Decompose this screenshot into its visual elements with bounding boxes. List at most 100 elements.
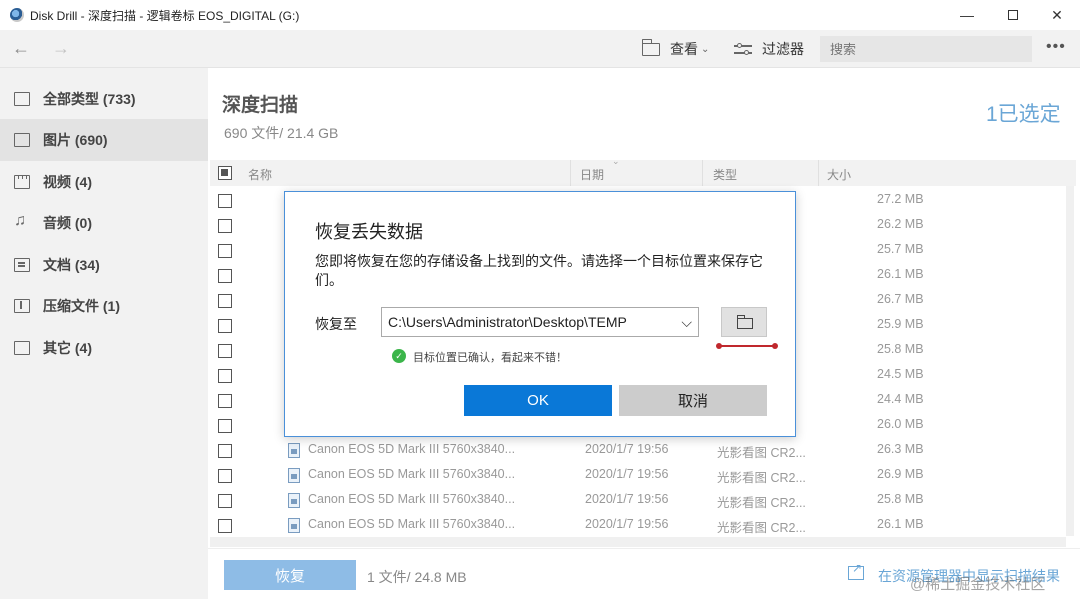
file-size: 26.3 MB [877,442,924,456]
sidebar-item-label: 压缩文件 (1) [43,298,120,314]
filter-label: 过滤器 [762,41,804,57]
column-type[interactable]: 类型 [713,166,737,183]
other-icon [14,341,30,355]
recover-summary: 1 文件/ 24.8 MB [367,569,467,585]
video-icon [14,175,30,189]
maximize-button[interactable] [990,0,1036,30]
row-checkbox[interactable] [218,369,232,383]
image-file-icon [288,518,300,533]
row-checkbox[interactable] [218,469,232,483]
sidebar-item-label: 文档 (34) [43,257,100,273]
all-types-icon [14,92,30,106]
window-title: Disk Drill - 深度扫描 - 逻辑卷标 EOS_DIGITAL (G:… [30,8,300,23]
sidebar-item-all-types[interactable]: 全部类型 (733) [0,78,208,120]
recover-to-label: 恢复至 [315,316,357,332]
back-arrow-icon[interactable]: ← [10,38,32,59]
cancel-button[interactable]: 取消 [619,385,767,416]
sidebar-item-documents[interactable]: 文档 (34) [0,244,208,286]
close-window-button[interactable]: ✕ [1034,0,1080,30]
selected-count: 1已选定 [986,103,1061,126]
file-date: 2020/1/7 19:56 [585,517,669,531]
file-name: Canon EOS 5D Mark III 5760x3840... [308,442,516,456]
sidebar-item-archives[interactable]: 压缩文件 (1) [0,285,208,327]
column-divider [818,160,819,186]
sidebar-item-other[interactable]: 其它 (4) [0,327,208,369]
search-input[interactable] [820,36,1032,62]
select-all-checkbox[interactable] [218,166,232,180]
browse-folder-button[interactable] [721,307,767,337]
file-size: 26.7 MB [877,292,924,306]
row-checkbox[interactable] [218,519,232,533]
horizontal-scrollbar[interactable] [210,537,1066,547]
filter-button[interactable]: 过滤器 [734,30,804,68]
image-file-icon [288,443,300,458]
minimize-button[interactable]: — [944,0,990,30]
annotation-underline [716,343,778,349]
row-checkbox[interactable] [218,219,232,233]
ok-button[interactable]: OK [464,385,612,416]
file-size: 25.7 MB [877,242,924,256]
file-size: 26.1 MB [877,267,924,281]
sidebar-item-label: 图片 (690) [43,132,108,148]
file-size: 25.9 MB [877,317,924,331]
sort-caret-icon: ⌄ [612,156,620,166]
sidebar-item-video[interactable]: 视频 (4) [0,161,208,203]
more-options-icon[interactable]: ••• [1046,38,1066,56]
disk-drill-app-icon [10,8,24,22]
forward-arrow-icon[interactable]: → [50,38,72,59]
title-bar: Disk Drill - 深度扫描 - 逻辑卷标 EOS_DIGITAL (G:… [0,0,1080,30]
column-size[interactable]: 大小 [827,166,851,183]
file-date: 2020/1/7 19:56 [585,492,669,506]
document-icon [14,258,30,272]
folder-icon [736,315,753,329]
row-checkbox[interactable] [218,194,232,208]
file-size: 27.2 MB [877,192,924,206]
file-name: Canon EOS 5D Mark III 5760x3840... [308,492,516,506]
row-checkbox[interactable] [218,494,232,508]
file-size: 25.8 MB [877,342,924,356]
row-checkbox[interactable] [218,319,232,333]
row-checkbox[interactable] [218,269,232,283]
scan-summary: 690 文件/ 21.4 GB [224,125,339,141]
file-size: 26.1 MB [877,517,924,531]
chevron-down-icon: ⌵ [681,314,692,330]
file-name: Canon EOS 5D Mark III 5760x3840... [308,467,516,481]
sidebar-item-label: 其它 (4) [43,340,92,356]
file-size: 26.0 MB [877,417,924,431]
row-checkbox[interactable] [218,344,232,358]
sidebar-item-pictures[interactable]: 图片 (690) [0,119,208,161]
column-date[interactable]: 日期 [580,166,604,183]
page-title: 深度扫描 [222,95,299,116]
archive-icon [14,299,30,313]
image-file-icon [288,493,300,508]
column-name[interactable]: 名称 [248,166,272,183]
destination-path-select[interactable]: C:\Users\Administrator\Desktop\TEMP ⌵ [381,307,699,337]
row-checkbox[interactable] [218,419,232,433]
file-size: 26.2 MB [877,217,924,231]
external-link-icon [848,561,864,580]
file-type: 光影看图 CR2... [717,496,806,510]
folder-icon [641,38,660,56]
dialog-description: 您即将恢复在您的存储设备上找到的文件。请选择一个目标位置来保存它们。 [315,253,763,288]
file-name: Canon EOS 5D Mark III 5760x3840... [308,517,516,531]
destination-path-value: C:\Users\Administrator\Desktop\TEMP [388,314,627,330]
file-size: 24.5 MB [877,367,924,381]
file-size: 25.8 MB [877,492,924,506]
view-menu-button[interactable]: 查看 ⌄ [641,30,709,68]
row-checkbox[interactable] [218,294,232,308]
column-divider [702,160,703,186]
row-checkbox[interactable] [218,394,232,408]
sidebar: 全部类型 (733) 图片 (690) 视频 (4) 音频 (0) 文档 (34… [0,68,208,599]
sidebar-item-label: 全部类型 (733) [43,91,136,107]
row-checkbox[interactable] [218,244,232,258]
row-checkbox[interactable] [218,444,232,458]
audio-icon [14,212,30,230]
file-type: 光影看图 CR2... [717,446,806,460]
dialog-title: 恢复丢失数据 [315,222,423,242]
sidebar-item-audio[interactable]: 音频 (0) [0,202,208,244]
file-date: 2020/1/7 19:56 [585,467,669,481]
recover-dialog: 恢复丢失数据 您即将恢复在您的存储设备上找到的文件。请选择一个目标位置来保存它们… [284,191,796,437]
view-label: 查看 [670,41,698,57]
vertical-scrollbar[interactable] [1066,186,1074,536]
recover-button[interactable]: 恢复 [224,560,356,590]
